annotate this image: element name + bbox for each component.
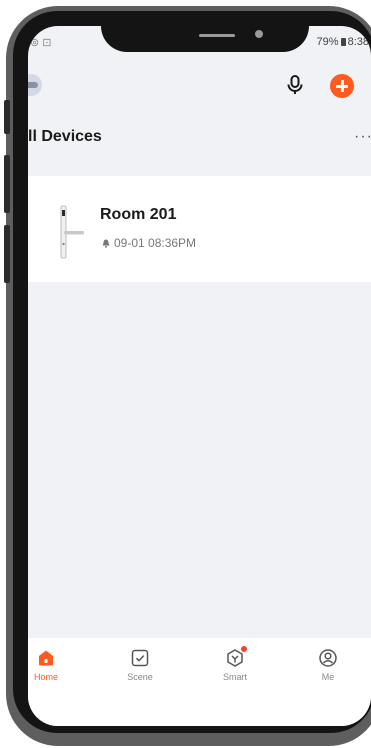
tab-home[interactable]: Home (28, 648, 76, 682)
add-device-button[interactable] (330, 74, 354, 98)
battery-icon (340, 38, 346, 46)
status-bar-right: 79% 8:38 (317, 36, 369, 48)
tab-me-label: Me (321, 672, 335, 682)
tab-scene-label: Scene (127, 672, 153, 682)
status-time: 8:38 (347, 36, 369, 48)
status-left-icons: ⊚ ⊡ (30, 37, 52, 49)
door-lock-image (60, 205, 84, 259)
home-avatar-icon[interactable] (28, 74, 42, 96)
device-last-event: 09-01 08:36PM (102, 236, 196, 250)
device-card[interactable]: Room 201 09-01 08:36PM (28, 176, 371, 282)
phone-side-button (4, 155, 10, 213)
device-last-event-time: 09-01 08:36PM (114, 236, 197, 250)
tab-home-label: Home (33, 672, 58, 682)
bottom-tab-bar: Home Scene Smart Me (28, 638, 371, 726)
app-screen: ⊚ ⊡ 79% 8:38 ll Devices ··· Room 201 09-… (28, 26, 371, 726)
camera-icon (255, 30, 263, 38)
home-icon (39, 650, 53, 666)
profile-icon (319, 649, 337, 667)
phone-notch (101, 26, 309, 52)
phone-side-button (4, 100, 10, 134)
notification-dot (241, 646, 247, 652)
bell-icon (102, 239, 110, 248)
tab-smart-label: Smart (222, 672, 247, 682)
more-options-icon[interactable]: ··· (354, 128, 371, 146)
microphone-icon[interactable] (284, 74, 306, 96)
tab-me[interactable]: Me (298, 648, 358, 682)
tab-scene[interactable]: Scene (110, 648, 170, 682)
device-name: Room 201 (100, 206, 177, 223)
page-title: ll Devices (28, 128, 102, 145)
battery-text: 79% (316, 36, 339, 48)
speaker-grille (199, 34, 235, 37)
tab-smart[interactable]: Smart (205, 646, 265, 682)
phone-side-button (4, 225, 10, 283)
scene-icon (131, 649, 149, 667)
